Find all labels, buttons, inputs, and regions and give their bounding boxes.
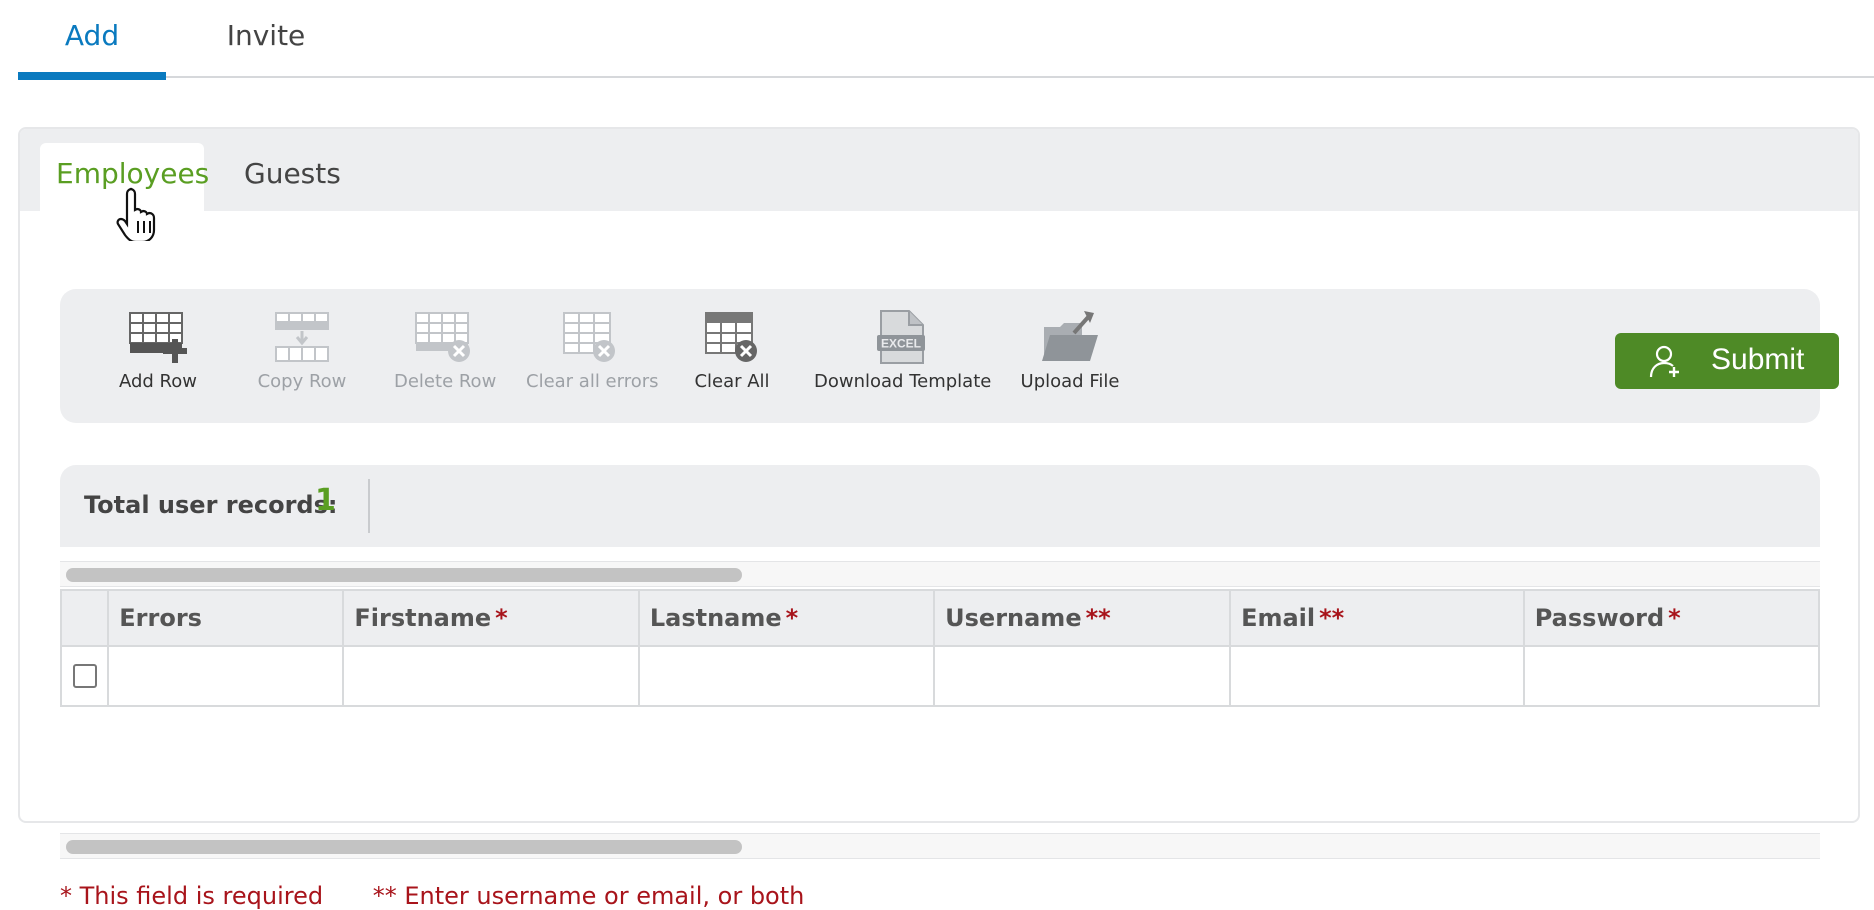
clear-errors-label: Clear all errors [526,371,659,392]
column-header-errors[interactable]: Errors [107,589,345,647]
column-header-firstname[interactable]: Firstname * [342,589,640,647]
column-label-errors: Errors [119,604,202,632]
scrollbar-thumb-bottom[interactable] [66,840,742,854]
column-label-password: Password [1534,604,1665,632]
either-required-marker: ** [1319,604,1345,632]
row-checkbox[interactable] [72,664,97,688]
cell-errors[interactable] [107,645,345,707]
add-row-icon [129,312,187,363]
copy-row-button[interactable]: Copy Row [252,309,352,392]
required-note: * This field is required [60,882,324,910]
tab-guests[interactable]: Guests [228,143,357,211]
add-user-icon [1649,345,1679,378]
add-row-label: Add Row [118,371,197,392]
add-row-button[interactable]: Add Row [108,309,208,392]
grid-toolbar: Add Row Copy Row Delete Row Clear all er… [60,289,1839,423]
column-header-lastname[interactable]: Lastname * [637,589,936,647]
required-marker: * [495,604,508,632]
either-required-marker: ** [1085,604,1111,632]
grid-scrollbar-bottom[interactable] [60,833,1820,859]
records-summary: Total user records: 1 [60,465,1820,547]
users-grid: Errors Firstname * Lastname * Username ** E… [60,589,1820,829]
clear-errors-icon [563,312,615,362]
hand-cursor-icon [116,187,156,241]
table-row [60,645,1820,707]
records-label: Total user records: [84,491,338,519]
clear-errors-button[interactable]: Clear all errors [526,309,659,392]
cell-email[interactable] [1229,645,1525,707]
select-column-header [60,589,110,647]
clear-all-label: Clear All [694,371,770,392]
tab-add[interactable]: Add [18,0,166,80]
required-marker: * [785,604,799,632]
copy-row-label: Copy Row [257,371,347,392]
delete-row-icon [415,312,470,362]
excel-badge-text: EXCEL [881,337,921,351]
required-marker: * [1668,604,1681,632]
grid-scrollbar-top[interactable] [60,561,1820,587]
upload-file-label: Upload File [1020,371,1120,392]
clear-all-icon [705,312,757,362]
cell-firstname[interactable] [342,645,640,707]
field-requirements-note: * This field is required ** Enter userna… [60,882,846,910]
download-template-button[interactable]: EXCEL Download Template [814,309,992,392]
sub-tab-bar: Employees Guests [20,129,1858,211]
copy-row-icon [275,312,329,362]
column-label-lastname: Lastname [649,604,782,632]
column-label-username: Username [945,604,1082,632]
top-tab-bar: Add Invite [18,0,1874,80]
column-header-password[interactable]: Password * [1522,589,1820,647]
submit-label: Submit [1711,343,1805,376]
excel-file-icon: EXCEL [877,310,925,364]
add-users-panel: Employees Guests Add Row Copy Row Delete… [18,127,1860,910]
records-count: 1 [315,483,336,518]
download-template-label: Download Template [814,371,992,392]
delete-row-label: Delete Row [394,371,497,392]
upload-file-button[interactable]: Upload File [1020,309,1120,392]
either-note: ** Enter username or email, or both [372,882,805,910]
tab-invite[interactable]: Invite [196,0,336,78]
grid-header-row: Errors Firstname * Lastname * Username ** E… [60,589,1820,647]
column-label-firstname: Firstname [354,604,492,632]
upload-folder-icon [1042,311,1098,361]
records-divider [368,479,370,533]
column-header-username[interactable]: Username ** [933,589,1232,647]
cell-password[interactable] [1522,645,1820,707]
column-header-email[interactable]: Email ** [1229,589,1525,647]
cell-lastname[interactable] [637,645,936,707]
delete-row-button[interactable]: Delete Row [394,309,497,392]
row-select-cell [60,645,110,707]
clear-all-button[interactable]: Clear All [682,309,782,392]
submit-button[interactable]: Submit [1615,333,1839,389]
cell-username[interactable] [933,645,1232,707]
scrollbar-thumb-top[interactable] [66,568,742,582]
column-label-email: Email [1241,604,1316,632]
